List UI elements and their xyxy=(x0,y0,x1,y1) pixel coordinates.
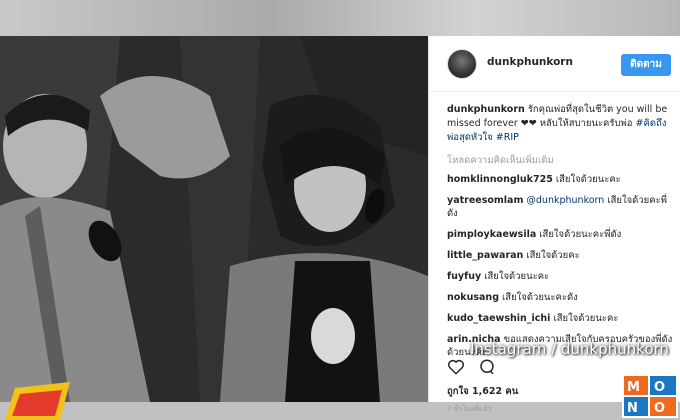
comment-text: เสียใจด้วยคะ xyxy=(526,250,580,261)
comment-username[interactable]: homklinnongluk725 xyxy=(447,174,553,185)
photo-credit: Instagram / dunkphunkorn xyxy=(470,340,669,358)
avatar[interactable] xyxy=(447,49,477,79)
comment-text: เสียใจด้วยนะคะพี่ดัง xyxy=(539,229,622,240)
blurred-background-top xyxy=(0,0,680,36)
comment-item: little_pawaran เสียใจด้วยคะ xyxy=(447,249,675,262)
post-caption: dunkphunkorn รักคุณพ่อที่สุดในชีวิต you … xyxy=(447,103,675,145)
comment-mention[interactable]: @dunkphunkorn xyxy=(526,195,604,206)
comment-username[interactable]: kudo_taewshin_ichi xyxy=(447,313,550,324)
comment-username[interactable]: pimploykaewsila xyxy=(447,229,536,240)
comment-username[interactable]: fuyfuy xyxy=(447,271,481,282)
post-photo xyxy=(0,36,428,402)
comment-item: nokusang เสียใจด้วยนะคะดัง xyxy=(447,291,675,304)
comment-username[interactable]: nokusang xyxy=(447,292,499,303)
comment-item: pimploykaewsila เสียใจด้วยนะคะพี่ดัง xyxy=(447,228,675,241)
comment-item: fuyfuy เสียใจด้วยนะคะ xyxy=(447,270,675,283)
post-header: dunkphunkorn ติดตาม xyxy=(429,36,680,92)
svg-text:O: O xyxy=(654,401,665,416)
show-logo xyxy=(0,378,80,420)
comment-text: เสียใจด้วยนะคะดัง xyxy=(502,292,578,303)
channel-logo: M O N O xyxy=(620,372,680,420)
comment-username[interactable]: little_pawaran xyxy=(447,250,523,261)
load-more-comments-link[interactable]: โหลดความคิดเห็นเพิ่มเติม xyxy=(447,153,554,168)
heart-icon[interactable] xyxy=(447,358,465,380)
comment-username[interactable]: yatreesomlam xyxy=(447,195,523,206)
follow-button[interactable]: ติดตาม xyxy=(621,54,671,76)
likes-count[interactable]: ถูกใจ 1,622 คน xyxy=(447,384,518,399)
post-username[interactable]: dunkphunkorn xyxy=(487,56,573,68)
svg-text:N: N xyxy=(627,401,638,416)
svg-text:M: M xyxy=(627,380,640,395)
comment-item: yatreesomlam @dunkphunkorn เสียใจด้วยคะพ… xyxy=(447,194,675,220)
comment-text: เสียใจด้วยนะคะ xyxy=(555,174,621,185)
post-timestamp: 7 ชั่วโมงที่แล้ว xyxy=(447,405,492,413)
comment-item: kudo_taewshin_ichi เสียใจด้วยนะคะ xyxy=(447,312,675,325)
comment-text: เสียใจด้วยนะคะ xyxy=(484,271,550,282)
svg-text:O: O xyxy=(654,380,665,395)
comment-list: homklinnongluk725 เสียใจด้วยนะคะ yatrees… xyxy=(447,173,675,367)
post-actions xyxy=(447,358,504,378)
comment-text: เสียใจด้วยนะคะ xyxy=(553,313,619,324)
comment-icon[interactable] xyxy=(478,358,496,380)
caption-username[interactable]: dunkphunkorn xyxy=(447,104,525,115)
comment-item: homklinnongluk725 เสียใจด้วยนะคะ xyxy=(447,173,675,186)
